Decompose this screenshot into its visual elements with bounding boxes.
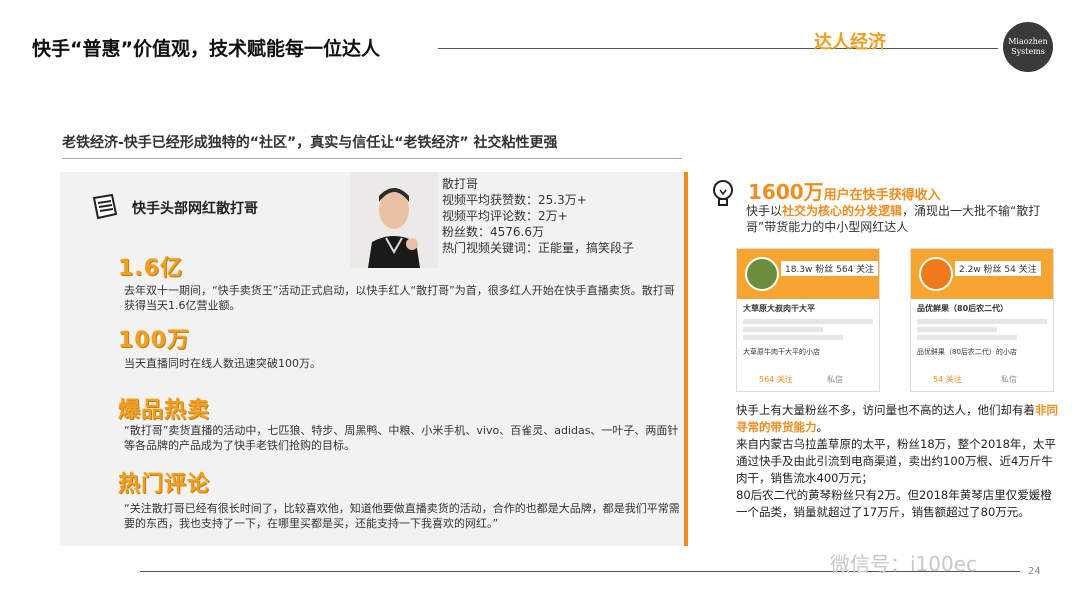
message-button: 私信 xyxy=(827,375,843,384)
shop-name: 品优鲜果（80后农二代）的小店 xyxy=(917,348,1017,356)
right-heading-number: 1600万 xyxy=(748,180,824,204)
follow-button: 564 关注 xyxy=(759,375,793,384)
body-text: 。 xyxy=(816,420,829,434)
title-divider xyxy=(438,48,998,49)
placeholder-line xyxy=(917,319,1047,324)
shop-name: 大草原牛肉干大平的小店 xyxy=(743,348,820,356)
profile-comments: 视频平均评论数：2万+ xyxy=(442,209,568,223)
right-description: 快手以社交为核心的分发逻辑，涌现出一大批不输“散打哥”带货能力的中小型网红达人 xyxy=(746,203,1046,235)
document-icon xyxy=(92,193,118,220)
body-paragraph: 来自内蒙古乌拉盖草原的太平，粉丝18万，整个2018年，太平通过快手及由此引流到… xyxy=(736,437,1056,485)
profile-screenshot: 18.3w 粉丝 564 关注 大草原大叔肉干大平 大草原牛肉干大平的小店 56… xyxy=(736,248,880,392)
avatar xyxy=(919,257,953,291)
section-text: “关注散打哥已经有很长时间了，比较喜欢他，知道他要做直播卖货的活动，合作的也都是… xyxy=(124,502,680,530)
placeholder-line xyxy=(743,335,843,340)
page-number: 24 xyxy=(1028,566,1041,577)
section-text: 去年双十一期间，“快手卖货王”活动正式启动，以快手红人“散打哥”为首，很多红人开… xyxy=(124,284,675,312)
company-logo: Miaozhen Systems xyxy=(1003,22,1053,72)
profile-likes: 视频平均获赞数：25.3万+ xyxy=(442,193,587,207)
placeholder-line xyxy=(917,335,1017,340)
body-paragraph: 80后农二代的黄琴粉丝只有2万。但2018年黄琴店里仅爱媛橙一个品类，销量就超过… xyxy=(736,488,1052,519)
avatar xyxy=(745,257,779,291)
portrait-photo xyxy=(350,172,438,268)
person-image xyxy=(350,172,438,268)
profile-keywords: 热门视频关键词：正能量，搞笑段子 xyxy=(442,241,635,255)
section-text: “散打哥”卖货直播的活动中，七匹狼、特步、周黑鸭、中粮、小米手机、vivo、百雀… xyxy=(124,424,679,452)
follow-button: 54 关注 xyxy=(933,375,962,384)
watermark: 微信号：i100ec xyxy=(830,552,978,576)
lightbulb-icon xyxy=(713,180,733,206)
left-heading: 快手头部网红散打哥 xyxy=(132,201,258,217)
profile-banner: 2.2w 粉丝 54 关注 xyxy=(911,249,1053,299)
profile-stats: 18.3w 粉丝 564 关注 xyxy=(781,261,879,276)
right-heading: 1600万用户在快手获得收入 xyxy=(748,176,941,205)
profile-username: 品优鲜果（80后农二代） xyxy=(917,304,1009,313)
body-paragraph: 快手上有大量粉丝不多，访问量也不高的达人，他们却有着非同寻常的带货能力。 xyxy=(736,402,1058,436)
placeholder-line xyxy=(743,327,823,332)
profile-stats: 2.2w 粉丝 54 关注 xyxy=(955,261,1041,276)
placeholder-line xyxy=(743,319,873,324)
page-title: 快手“普惠”价值观，技术赋能每一位达人 xyxy=(32,38,380,60)
section-heading: 1.6亿 xyxy=(118,256,183,281)
section-heading: 爆品热卖 xyxy=(118,398,211,423)
desc-highlight: 社交为核心的分发逻辑 xyxy=(782,204,903,218)
profile-username: 大草原大叔肉干大平 xyxy=(743,304,815,313)
message-button: 私信 xyxy=(1001,375,1017,384)
desc-text: 快手以 xyxy=(746,204,783,218)
slide-subtitle: 老铁经济-快手已经形成独特的“社区”，真实与信任让“老铁经济” 社交粘性更强 xyxy=(62,135,558,151)
section-tag: 达人经济 xyxy=(814,32,886,53)
profile-info: 散打哥 视频平均获赞数：25.3万+ 视频平均评论数：2万+ 粉丝数：4576.… xyxy=(442,176,634,256)
section-heading: 热门评论 xyxy=(118,472,211,497)
section-heading: 100万 xyxy=(118,328,190,353)
body-text: 快手上有大量粉丝不多，访问量也不高的达人，他们却有着 xyxy=(736,403,1035,417)
profile-banner: 18.3w 粉丝 564 关注 xyxy=(737,249,879,299)
accent-bar xyxy=(684,172,688,546)
profile-fans: 粉丝数：4576.6万 xyxy=(442,225,544,239)
section-text: 当天直播同时在线人数迅速突破100万。 xyxy=(124,357,321,370)
subtitle-divider xyxy=(62,158,682,159)
logo-text: Miaozhen Systems xyxy=(1008,37,1048,56)
profile-name: 散打哥 xyxy=(442,177,479,191)
profile-screenshot: 2.2w 粉丝 54 关注 品优鲜果（80后农二代） 品优鲜果（80后农二代）的… xyxy=(910,248,1054,392)
placeholder-line xyxy=(917,327,997,332)
right-heading-text: 用户在快手获得收入 xyxy=(823,188,941,203)
right-body: 快手上有大量粉丝不多，访问量也不高的达人，他们却有着非同寻常的带货能力。 来自内… xyxy=(736,402,1058,521)
